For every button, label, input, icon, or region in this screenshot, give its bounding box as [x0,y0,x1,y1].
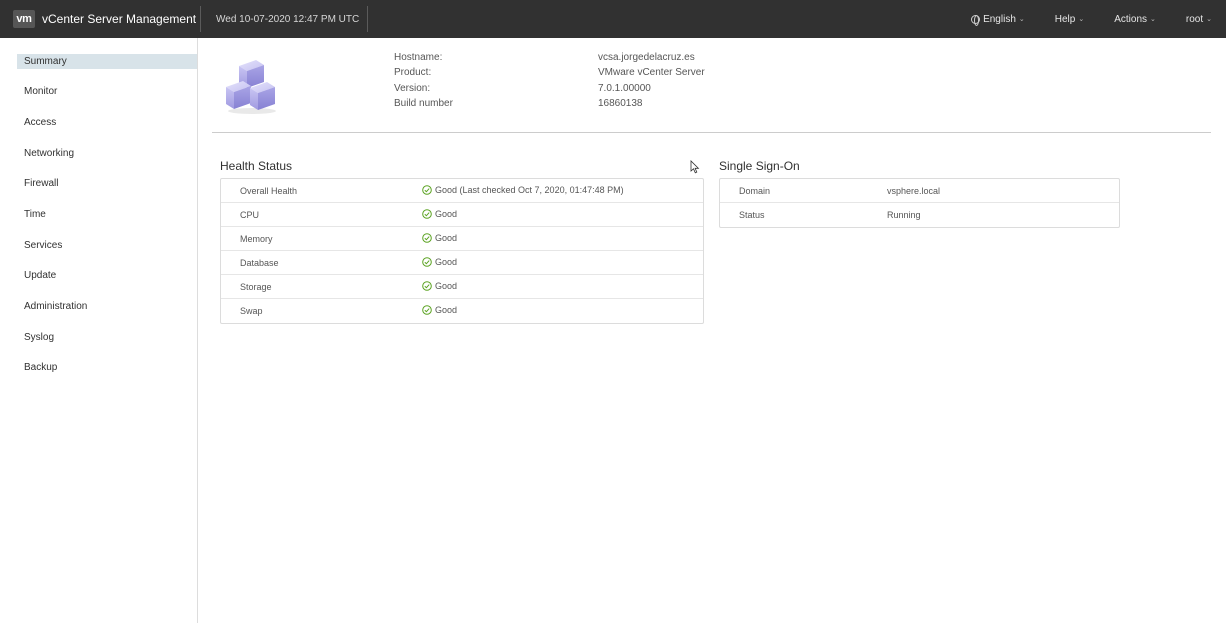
sidebar-item-syslog[interactable]: Syslog [17,330,197,345]
globe-icon [971,14,981,26]
sso-key: Status [739,210,765,220]
health-key: Swap [240,306,263,316]
health-row-swap: Swap Good [221,299,703,323]
health-key: Memory [240,234,273,244]
hostname-value: vcsa.jorgedelacruz.es [598,52,695,63]
chevron-down-icon: ⌄ [1150,16,1156,23]
sidebar-item-monitor[interactable]: Monitor [17,84,197,99]
language-label: English [983,13,1016,25]
product-value: VMware vCenter Server [598,67,705,78]
sidebar-item-services[interactable]: Services [17,238,197,253]
sso-key: Domain [739,186,771,196]
build-value: 16860138 [598,98,643,109]
header-datetime: Wed 10-07-2020 12:47 PM UTC [216,13,360,25]
health-value-text: Good (Last checked Oct 7, 2020, 01:47:48… [435,185,624,195]
health-value: Good [422,281,457,291]
health-value-text: Good [435,257,458,267]
vmware-logo: vm [13,10,35,28]
chevron-down-icon: ⌄ [1078,16,1085,23]
check-circle-icon [422,257,432,267]
health-value: Good [422,233,457,243]
sso-row-status: Status Running [720,203,1119,227]
chevron-down-icon: ⌄ [1206,16,1212,23]
health-row-storage: Storage Good [221,275,703,299]
app-title: vCenter Server Management [42,12,197,26]
check-circle-icon [422,233,432,243]
sidebar-item-summary[interactable]: Summary [17,54,197,69]
sso-title: Single Sign-On [719,159,800,173]
health-value-text: Good [435,281,458,291]
check-circle-icon [422,209,432,219]
product-label: Product: [394,67,432,78]
header-divider [367,6,368,32]
health-key: Overall Health [240,186,298,196]
health-status-title: Health Status [220,159,293,173]
mouse-cursor-icon [690,160,700,174]
sso-grid: Domain vsphere.local Status Running [719,178,1120,228]
user-label: root [1185,13,1204,25]
health-row-database: Database Good [221,251,703,275]
sso-value: Running [887,210,921,220]
health-key: Database [240,258,279,268]
section-divider [212,132,1211,133]
health-value: Good [422,209,457,219]
health-key: Storage [240,282,272,292]
help-label: Help [1054,13,1076,25]
sidebar-item-administration[interactable]: Administration [17,299,197,314]
sidebar-item-time[interactable]: Time [17,207,197,222]
sidebar-item-backup[interactable]: Backup [17,360,197,375]
health-value-text: Good [435,233,458,243]
version-label: Version: [394,83,431,94]
health-key: CPU [240,210,260,220]
check-circle-icon [422,305,432,315]
health-value: Good (Last checked Oct 7, 2020, 01:47:48… [422,185,624,195]
language-menu[interactable]: English ⌄ [956,0,1040,38]
health-row-overall: Overall Health Good (Last checked Oct 7,… [221,179,703,203]
build-label: Build number [394,98,453,109]
user-menu[interactable]: root ⌄ [1171,0,1226,38]
sso-row-domain: Domain vsphere.local [720,179,1119,203]
version-value: 7.0.1.00000 [598,83,651,94]
sidebar-item-firewall[interactable]: Firewall [17,176,197,191]
actions-menu[interactable]: Actions ⌄ [1099,0,1171,38]
health-row-memory: Memory Good [221,227,703,251]
sidebar-item-access[interactable]: Access [17,115,197,130]
sidebar-item-update[interactable]: Update [17,268,197,283]
hostname-label: Hostname: [394,52,443,63]
sidebar-item-networking[interactable]: Networking [17,146,197,161]
brand[interactable]: vm vCenter Server Management [0,0,200,38]
sso-value: vsphere.local [887,186,941,196]
health-value-text: Good [435,305,458,315]
help-menu[interactable]: Help ⌄ [1040,0,1099,38]
chevron-down-icon: ⌄ [1018,16,1025,23]
cubes-icon [226,60,276,114]
top-header: vm vCenter Server Management Wed 10-07-2… [0,0,1226,38]
check-circle-icon [422,185,432,195]
sidebar-nav: Summary Monitor Access Networking Firewa… [0,38,198,623]
health-status-grid: Overall Health Good (Last checked Oct 7,… [220,178,704,324]
health-value: Good [422,305,457,315]
health-value: Good [422,257,457,267]
health-row-cpu: CPU Good [221,203,703,227]
actions-label: Actions [1114,13,1148,25]
check-circle-icon [422,281,432,291]
health-value-text: Good [435,209,458,219]
